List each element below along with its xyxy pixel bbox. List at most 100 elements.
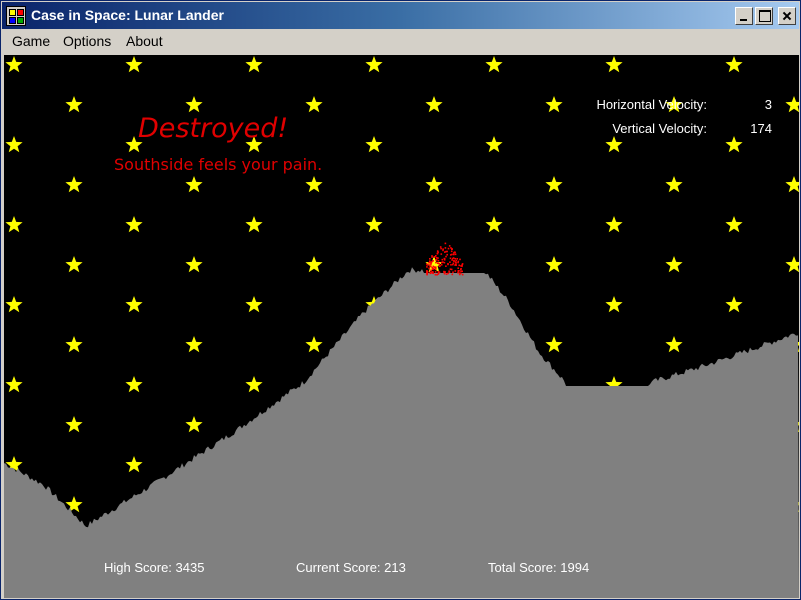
debris-particle xyxy=(457,270,460,272)
debris-particle xyxy=(434,271,437,273)
debris-particle xyxy=(456,258,458,260)
title-bar[interactable]: Case in Space: Lunar Lander xyxy=(2,2,799,29)
current-score: Current Score: 213 xyxy=(296,560,406,575)
debris-particle xyxy=(450,254,452,256)
debris-particle xyxy=(431,267,433,269)
debris-particle xyxy=(448,270,450,272)
debris-particle xyxy=(445,255,447,258)
debris-particle xyxy=(432,268,434,270)
debris-particle xyxy=(445,265,447,267)
star-icon xyxy=(5,136,23,153)
game-canvas[interactable]: Horizontal Velocity: 3 Vertical Velocity… xyxy=(4,55,799,598)
debris-particle xyxy=(457,267,459,269)
star-icon xyxy=(305,256,323,273)
debris-particle xyxy=(435,259,438,261)
vertical-velocity-value: 174 xyxy=(750,121,772,136)
star-icon xyxy=(725,56,743,73)
star-icon xyxy=(365,56,383,73)
debris-particle xyxy=(447,247,450,250)
debris-particle xyxy=(447,263,449,266)
debris-particle xyxy=(457,260,460,263)
star-icon xyxy=(65,336,83,353)
debris-particle xyxy=(434,273,437,276)
debris-particle xyxy=(437,259,440,262)
star-icon xyxy=(605,136,623,153)
star-icon xyxy=(185,176,203,193)
star-icon xyxy=(5,56,23,73)
debris-particle xyxy=(428,267,431,269)
debris-particle xyxy=(432,260,434,262)
maximize-button[interactable] xyxy=(755,7,773,25)
debris-particle xyxy=(426,266,428,268)
debris-particle xyxy=(435,268,437,270)
star-icon xyxy=(725,216,743,233)
star-icon xyxy=(545,96,563,113)
debris-particle xyxy=(430,265,432,268)
debris-particle xyxy=(437,271,440,273)
star-icon xyxy=(545,176,563,193)
debris-particle xyxy=(459,272,461,274)
debris-particle xyxy=(454,263,457,266)
horizontal-velocity-value: 3 xyxy=(764,97,772,112)
application-window: Case in Space: Lunar Lander Game Options… xyxy=(0,0,801,600)
menu-bar: Game Options About xyxy=(2,29,799,53)
close-button[interactable] xyxy=(778,7,796,25)
debris-particle xyxy=(452,257,455,259)
debris-particle xyxy=(451,248,453,250)
debris-particle xyxy=(429,258,431,260)
debris-particle xyxy=(443,271,445,274)
star-icon xyxy=(665,336,683,353)
star-icon xyxy=(65,176,83,193)
star-icon xyxy=(65,256,83,273)
debris-particle xyxy=(444,247,447,249)
debris-particle xyxy=(453,260,455,262)
debris-particle xyxy=(457,272,459,274)
debris-particle xyxy=(446,253,448,256)
star-icon xyxy=(725,296,743,313)
star-icon xyxy=(65,96,83,113)
debris-particle xyxy=(450,250,453,253)
debris-particle xyxy=(454,258,456,260)
debris-particle xyxy=(444,242,447,245)
star-icon xyxy=(485,136,503,153)
debris-particle xyxy=(430,271,433,274)
debris-particle xyxy=(452,263,454,266)
debris-particle xyxy=(440,253,443,255)
debris-particle xyxy=(437,273,440,275)
star-icon xyxy=(605,56,623,73)
debris-particle xyxy=(441,261,444,263)
star-icon xyxy=(185,336,203,353)
debris-particle xyxy=(443,261,446,264)
debris-particle xyxy=(451,259,453,261)
star-icon xyxy=(425,176,443,193)
star-icon xyxy=(785,176,799,193)
debris-particle xyxy=(440,247,442,250)
star-icon xyxy=(365,216,383,233)
star-icon xyxy=(305,176,323,193)
star-icon xyxy=(305,96,323,113)
minimize-button[interactable] xyxy=(735,7,753,25)
debris-particle xyxy=(430,263,432,266)
star-icon xyxy=(65,416,83,433)
debris-particle xyxy=(439,246,442,248)
star-icon xyxy=(365,136,383,153)
menu-about[interactable]: About xyxy=(126,33,163,49)
horizontal-velocity-label: Horizontal Velocity: xyxy=(596,97,707,112)
star-icon xyxy=(485,56,503,73)
menu-options[interactable]: Options xyxy=(63,33,111,49)
app-icon[interactable] xyxy=(6,6,26,26)
menu-game[interactable]: Game xyxy=(12,33,50,49)
debris-particle xyxy=(453,252,455,254)
debris-particle xyxy=(447,272,449,275)
star-icon xyxy=(125,56,143,73)
star-icon xyxy=(785,96,799,113)
debris-particle xyxy=(443,258,446,260)
star-icon xyxy=(245,376,263,393)
debris-particle xyxy=(440,264,443,266)
lunar-terrain xyxy=(4,267,799,598)
star-icon xyxy=(665,256,683,273)
debris-particle xyxy=(429,260,431,262)
debris-particle xyxy=(459,258,461,261)
total-score: Total Score: 1994 xyxy=(488,560,590,575)
debris-particle xyxy=(455,262,457,264)
